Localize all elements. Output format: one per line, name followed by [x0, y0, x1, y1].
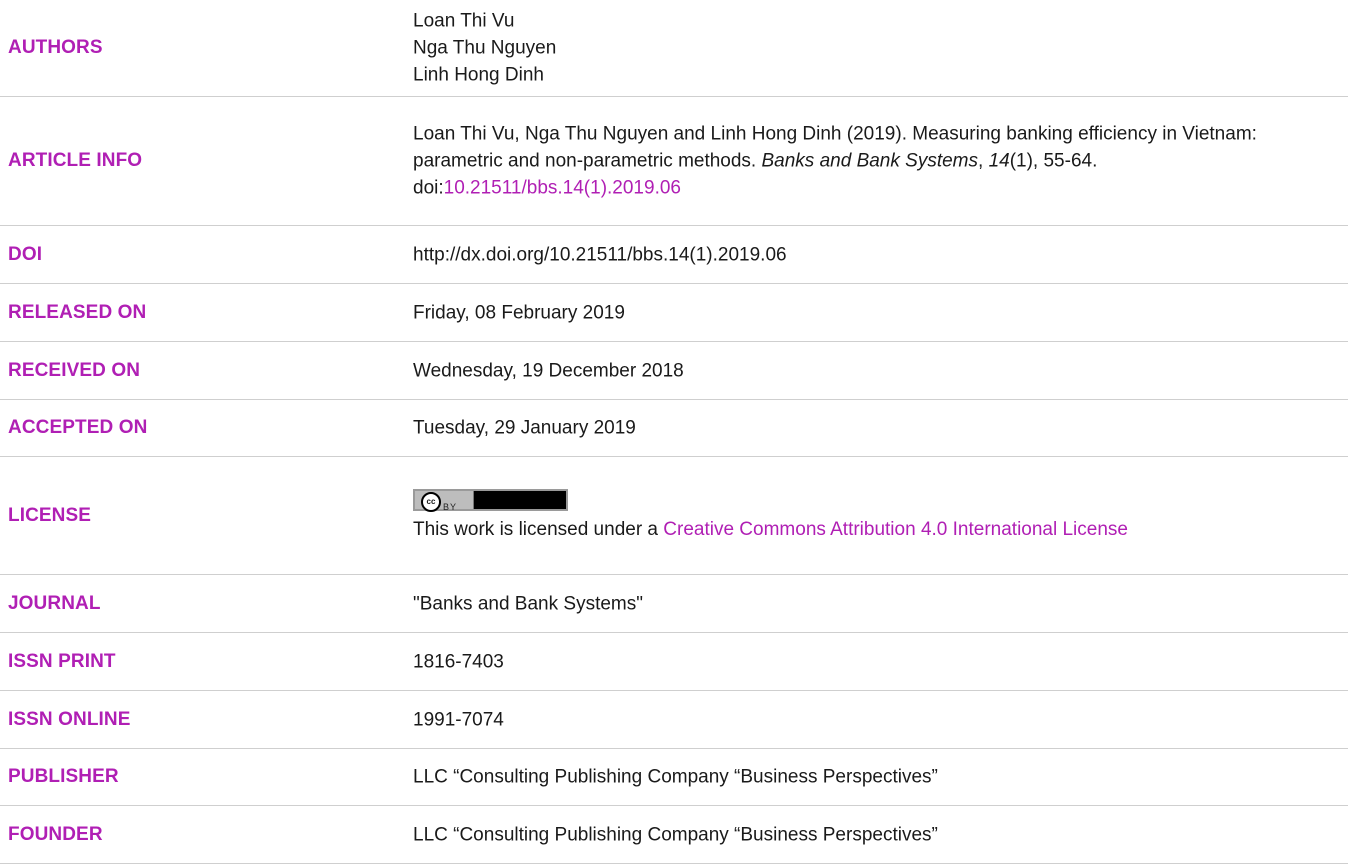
founder-value: LLC “Consulting Publishing Company “Busi… — [413, 824, 938, 845]
issn-online-value: 1991-7074 — [413, 709, 504, 730]
author-name: Linh Hong Dinh — [413, 64, 544, 86]
accepted-on-row: ACCEPTED ON Tuesday, 29 January 2019 — [0, 400, 1348, 457]
publisher-label: PUBLISHER — [8, 766, 119, 787]
journal-row: JOURNAL "Banks and Bank Systems" — [0, 575, 1348, 633]
article-metadata-table: AUTHORS Loan Thi Vu Nga Thu Nguyen Linh … — [0, 0, 1348, 864]
journal-value: "Banks and Bank Systems" — [413, 593, 643, 614]
received-on-value: Wednesday, 19 December 2018 — [413, 360, 684, 381]
license-label: LICENSE — [8, 504, 92, 526]
doi-link[interactable]: 10.21511/bbs.14(1).2019.06 — [444, 178, 681, 199]
authors-row: AUTHORS Loan Thi Vu Nga Thu Nguyen Linh … — [0, 0, 1348, 97]
publisher-value: LLC “Consulting Publishing Company “Busi… — [413, 766, 938, 788]
received-on-label: RECEIVED ON — [8, 359, 141, 381]
license-value: cc BY This work is licensed under a Crea… — [413, 488, 1338, 543]
released-on-label: RELEASED ON — [8, 301, 147, 323]
doi-label: DOI — [8, 243, 43, 265]
issn-print-row: ISSN PRINT 1816-7403 — [0, 633, 1348, 691]
license-row: LICENSE cc BY This work is licensed unde… — [0, 457, 1348, 575]
license-link[interactable]: Creative Commons Attribution 4.0 Interna… — [663, 519, 1128, 540]
released-on-row: RELEASED ON Friday, 08 February 2019 — [0, 284, 1348, 342]
author-name: Nga Thu Nguyen — [413, 37, 557, 59]
issn-print-value: 1816-7403 — [413, 651, 504, 672]
founder-row: FOUNDER LLC “Consulting Publishing Compa… — [0, 806, 1348, 864]
founder-label: FOUNDER — [8, 823, 103, 845]
authors-label: AUTHORS — [8, 37, 103, 58]
article-info-label: ARTICLE INFO — [8, 150, 143, 171]
article-info-row: ARTICLE INFO Loan Thi Vu, Nga Thu Nguyen… — [0, 97, 1348, 226]
doi-value: http://dx.doi.org/10.21511/bbs.14(1).201… — [413, 244, 787, 265]
accepted-on-label: ACCEPTED ON — [8, 417, 148, 438]
issn-print-label: ISSN PRINT — [8, 650, 116, 672]
cc-by-text: BY — [443, 501, 458, 512]
issn-online-row: ISSN ONLINE 1991-7074 — [0, 691, 1348, 749]
accepted-on-value: Tuesday, 29 January 2019 — [413, 417, 636, 439]
citation-separator: , — [978, 150, 989, 172]
issn-online-label: ISSN ONLINE — [8, 708, 131, 730]
received-on-row: RECEIVED ON Wednesday, 19 December 2018 — [0, 342, 1348, 400]
authors-value: Loan Thi Vu Nga Thu Nguyen Linh Hong Din… — [413, 8, 1338, 89]
article-info-value: Loan Thi Vu, Nga Thu Nguyen and Linh Hon… — [413, 121, 1338, 202]
cc-logo-icon: cc — [421, 491, 441, 512]
citation-volume: 14 — [988, 150, 1010, 172]
author-name: Loan Thi Vu — [413, 10, 515, 32]
license-text: This work is licensed under a — [413, 518, 664, 540]
released-on-value: Friday, 08 February 2019 — [413, 302, 625, 323]
citation-journal: Banks and Bank Systems — [761, 150, 979, 172]
publisher-row: PUBLISHER LLC “Consulting Publishing Com… — [0, 749, 1348, 806]
cc-by-badge[interactable]: cc BY — [413, 488, 568, 512]
doi-row: DOI http://dx.doi.org/10.21511/bbs.14(1)… — [0, 226, 1348, 284]
journal-label: JOURNAL — [8, 592, 101, 614]
cc-badge-left: cc BY — [415, 490, 474, 512]
